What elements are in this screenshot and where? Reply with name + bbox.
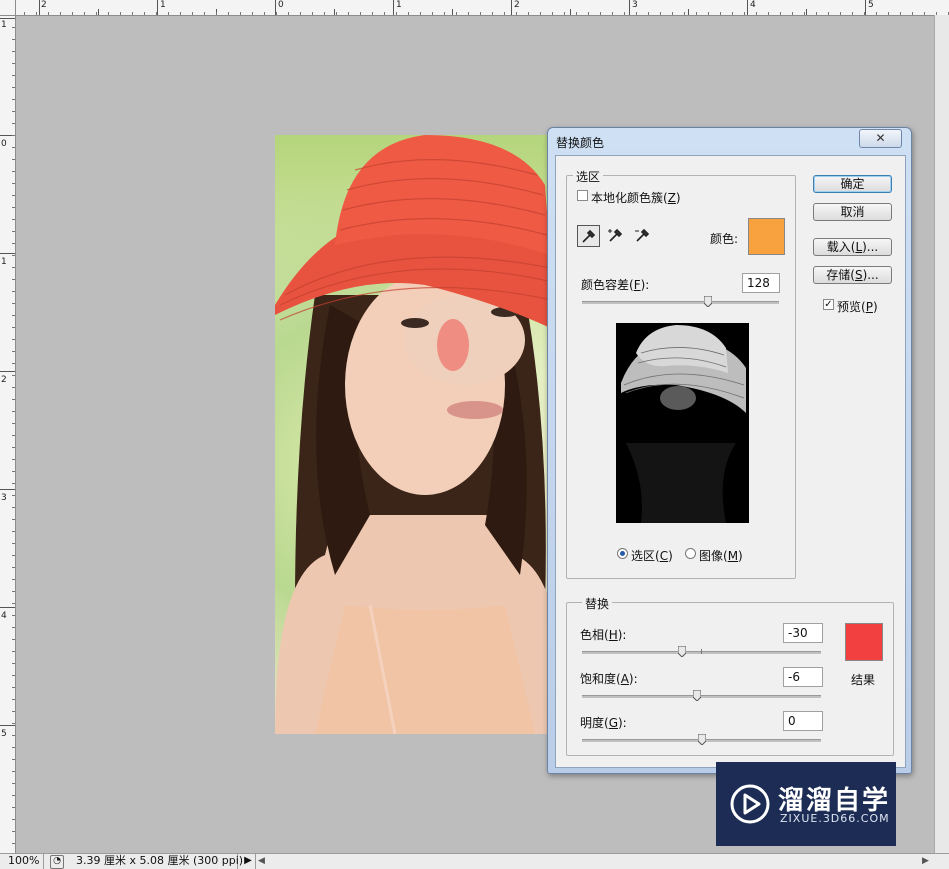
selection-legend: 选区: [573, 168, 604, 185]
document-info-icon[interactable]: ◔: [50, 855, 64, 869]
ruler-corner: [0, 0, 16, 16]
ruler-label: 2: [1, 375, 7, 385]
ruler-label: 1: [160, 0, 166, 10]
preview-checkbox[interactable]: ✓: [823, 299, 834, 310]
vertical-scrollbar[interactable]: [934, 15, 949, 853]
eyedropper-plus-icon: [608, 228, 623, 242]
selection-radio[interactable]: [617, 548, 628, 559]
document-image[interactable]: [275, 135, 565, 734]
fuzziness-slider-track[interactable]: [582, 301, 779, 304]
selection-radio-label: 选区(C): [631, 549, 673, 563]
replacement-legend: 替换: [582, 595, 613, 612]
preview-label: 预览(P): [837, 300, 878, 314]
play-logo-icon: [730, 784, 770, 824]
dialog-title: 替换颜色: [556, 136, 605, 150]
dialog-body: 选区 本地化颜色簇(Z) 颜色: 颜色容差(F): 128 选区(C) 图像(M…: [555, 155, 906, 768]
eyedropper-tool[interactable]: [577, 225, 600, 247]
scroll-right-icon[interactable]: ▶: [922, 854, 929, 868]
color-label: 颜色:: [710, 232, 739, 246]
eyedropper-plus-tool[interactable]: [605, 225, 628, 247]
ruler-label: 5: [1, 729, 7, 739]
save-button[interactable]: 存储(S)...: [813, 266, 892, 284]
eyedropper-minus-icon: [635, 228, 650, 242]
eyedropper-minus-tool[interactable]: [632, 225, 655, 247]
scroll-left-icon[interactable]: ◀: [258, 854, 265, 868]
image-radio[interactable]: [685, 548, 696, 559]
cancel-button[interactable]: 取消: [813, 203, 892, 221]
lightness-input[interactable]: 0: [783, 711, 823, 731]
zoom-level[interactable]: 100%: [0, 854, 44, 869]
ruler-label: 0: [1, 139, 7, 149]
saturation-label: 饱和度(A):: [580, 672, 638, 686]
fuzziness-label: 颜色容差(F):: [581, 278, 650, 292]
result-label: 结果: [851, 673, 876, 687]
image-radio-label: 图像(M): [699, 549, 743, 563]
site-watermark: 溜溜自学 ZIXUE.3D66.COM: [716, 762, 896, 846]
close-icon: ✕: [875, 131, 886, 145]
ruler-label: 4: [750, 0, 756, 10]
portrait-photo: [275, 135, 565, 734]
mask-preview-image: [621, 325, 746, 523]
ruler-label: 2: [41, 0, 47, 10]
hue-label: 色相(H):: [580, 628, 627, 642]
close-button[interactable]: ✕: [859, 129, 902, 148]
eyedropper-icon: [582, 229, 596, 243]
ruler-label: 4: [1, 611, 7, 621]
status-bar: 100% ◔ 3.39 厘米 x 5.08 厘米 (300 ppi) ▶ ◀ ▶: [0, 853, 949, 869]
saturation-input[interactable]: -6: [783, 667, 823, 687]
selection-preview[interactable]: [616, 323, 749, 523]
ok-button[interactable]: 确定: [813, 175, 892, 193]
ruler-label: 2: [514, 0, 520, 10]
fuzziness-slider-thumb[interactable]: [704, 296, 713, 307]
selection-color-swatch[interactable]: [748, 218, 785, 255]
hue-input[interactable]: -30: [783, 623, 823, 643]
replace-color-dialog: 替换颜色 ✕ 选区 本地化颜色簇(Z) 颜色: 颜色容差(F): 128 选区(…: [547, 127, 912, 774]
localized-clusters-checkbox[interactable]: [577, 190, 588, 201]
saturation-slider-track[interactable]: [582, 695, 821, 698]
ruler-label: 3: [1, 493, 7, 503]
localized-clusters-label: 本地化颜色簇(Z): [591, 191, 681, 205]
horizontal-ruler[interactable]: 2 1 0 1 2 3 4 5: [0, 0, 949, 16]
hue-slider-thumb[interactable]: [678, 646, 687, 657]
saturation-slider-thumb[interactable]: [692, 690, 701, 701]
ruler-label: 5: [868, 0, 874, 10]
document-size-info: 3.39 厘米 x 5.08 厘米 (300 ppi): [70, 854, 243, 869]
result-color-swatch[interactable]: [845, 623, 883, 661]
load-button[interactable]: 载入(L)...: [813, 238, 892, 256]
lightness-label: 明度(G):: [580, 716, 627, 730]
hue-center-mark: [701, 649, 702, 654]
ruler-label: 3: [632, 0, 638, 10]
ruler-label: 1: [1, 20, 7, 30]
status-menu-arrow-icon[interactable]: ▶: [241, 854, 256, 869]
ruler-label: 1: [1, 257, 7, 267]
lightness-slider-thumb[interactable]: [697, 734, 706, 745]
ruler-label: 1: [396, 0, 402, 10]
ruler-label: 0: [278, 0, 284, 10]
fuzziness-input[interactable]: 128: [742, 273, 780, 293]
vertical-ruler[interactable]: 1 0 1 2 3 4 5: [0, 15, 16, 853]
watermark-url: ZIXUE.3D66.COM: [780, 812, 890, 825]
